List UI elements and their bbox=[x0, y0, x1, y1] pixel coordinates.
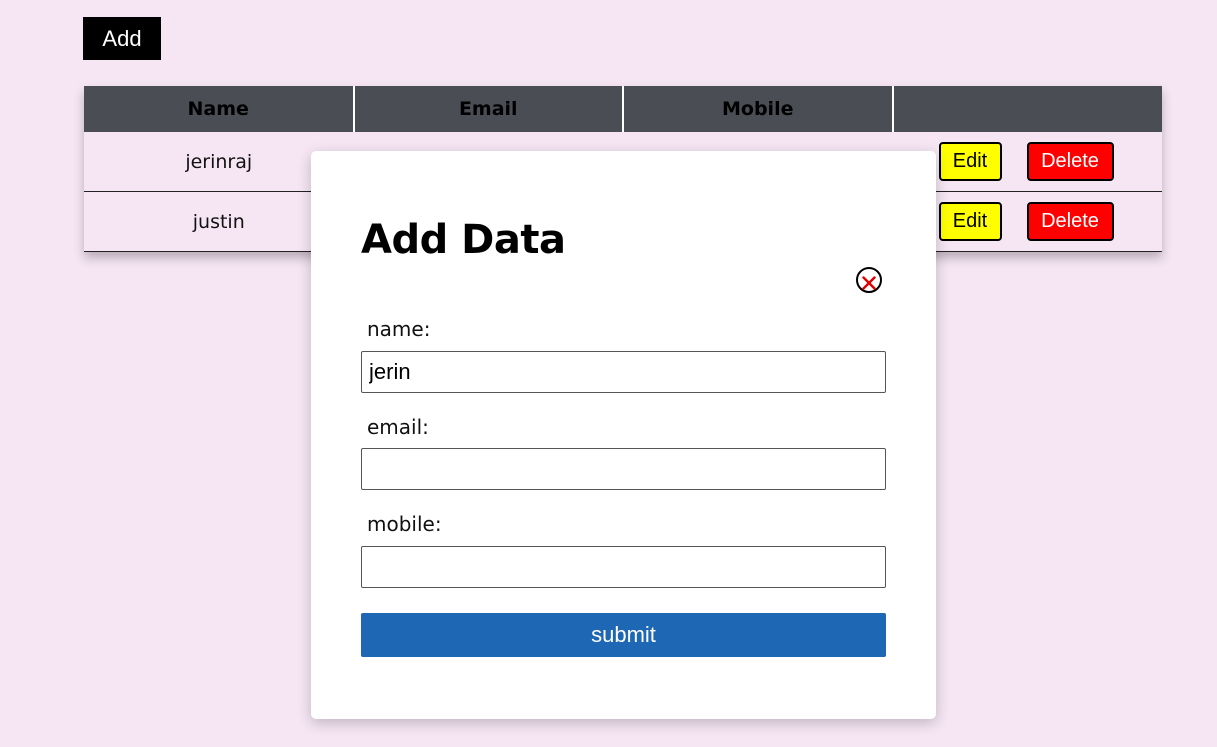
modal-title: Add Data bbox=[361, 217, 566, 263]
close-circle-icon bbox=[862, 275, 876, 290]
email-input[interactable] bbox=[361, 448, 886, 490]
column-header-name: Name bbox=[84, 86, 355, 132]
add-data-modal: Add Data name: email: mobile: submit bbox=[311, 151, 936, 719]
column-header-email: Email bbox=[353, 86, 624, 132]
close-modal-button[interactable] bbox=[856, 267, 882, 293]
column-header-mobile: Mobile bbox=[623, 86, 894, 132]
email-label: email: bbox=[367, 415, 429, 439]
delete-button[interactable]: Delete bbox=[1026, 202, 1114, 241]
delete-button[interactable]: Delete bbox=[1026, 142, 1114, 181]
add-button[interactable]: Add bbox=[83, 17, 161, 60]
edit-button[interactable]: Edit bbox=[938, 142, 1002, 181]
name-input[interactable] bbox=[361, 351, 886, 393]
column-header-actions bbox=[892, 86, 1162, 132]
submit-button[interactable]: submit bbox=[361, 613, 886, 657]
mobile-label: mobile: bbox=[367, 512, 442, 536]
name-label: name: bbox=[367, 317, 431, 341]
table-header-row: Name Email Mobile bbox=[84, 86, 1162, 132]
mobile-input[interactable] bbox=[361, 546, 886, 588]
edit-button[interactable]: Edit bbox=[938, 202, 1002, 241]
